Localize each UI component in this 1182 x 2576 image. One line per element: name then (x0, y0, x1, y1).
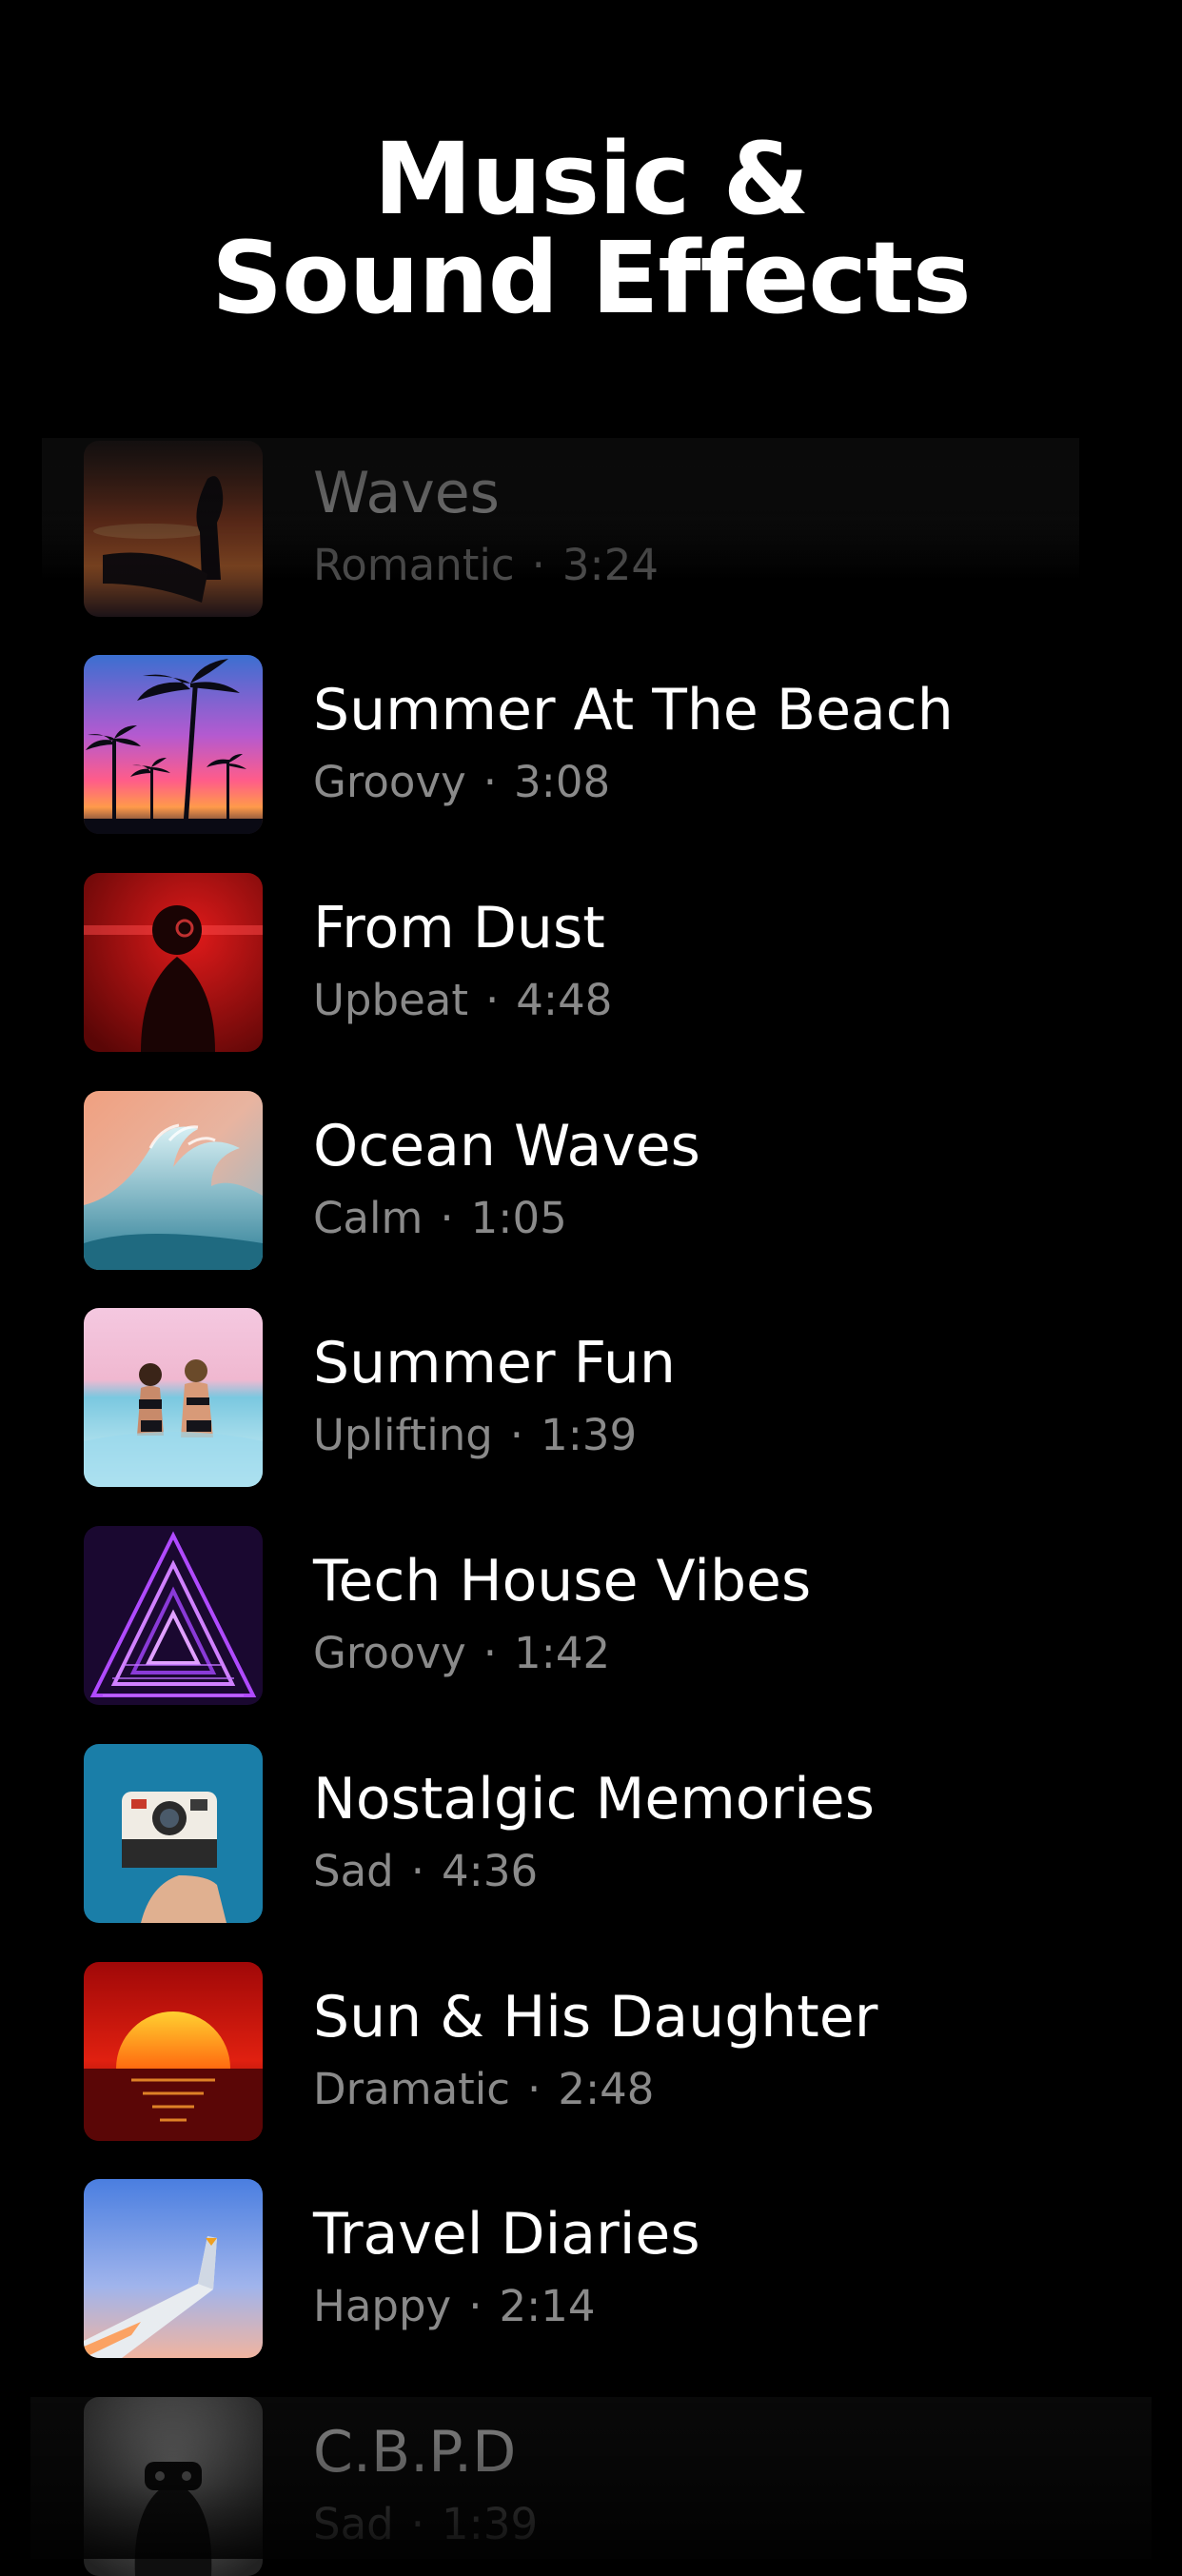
separator-dot: · (410, 1846, 425, 1896)
separator-dot: · (440, 1193, 454, 1243)
track-meta: Upbeat · 4:48 (313, 974, 612, 1027)
track-mood: Uplifting (313, 1410, 493, 1460)
track-meta: Groovy · 1:42 (313, 1627, 610, 1680)
track-row[interactable]: Sun & His Daughter Dramatic · 2:48 (84, 1962, 1074, 2141)
track-title: Nostalgic Memories (313, 1766, 875, 1833)
track-mood: Calm (313, 1193, 424, 1243)
track-duration: 1:42 (514, 1628, 611, 1678)
track-mood: Sad (313, 1846, 394, 1896)
track-row[interactable]: Waves Romantic · 3:24 (84, 438, 1074, 617)
page-title-line-2: Sound Effects (211, 220, 971, 336)
track-meta: Dramatic · 2:48 (313, 2063, 654, 2116)
separator-dot: · (483, 757, 498, 807)
track-row[interactable]: Summer At The Beach Groovy · 3:08 (84, 655, 1074, 834)
track-duration: 1:05 (470, 1193, 567, 1243)
sunset-couple-thumbnail (84, 441, 263, 617)
track-duration: 2:48 (558, 2064, 655, 2114)
track-duration: 4:48 (516, 975, 613, 1025)
track-title: Waves (313, 460, 500, 526)
separator-dot: · (483, 1628, 498, 1678)
track-meta: Romantic · 3:24 (313, 539, 659, 592)
track-meta: Uplifting · 1:39 (313, 1409, 637, 1462)
separator-dot: · (468, 2281, 483, 2331)
wave-thumbnail (84, 1091, 263, 1270)
polaroid-camera-thumbnail (84, 1744, 263, 1923)
track-row[interactable]: Summer Fun Uplifting · 1:39 (84, 1308, 1074, 1487)
track-meta: Happy · 2:14 (313, 2280, 596, 2333)
track-title: Sun & His Daughter (313, 1984, 878, 2051)
track-mood: Happy (313, 2281, 452, 2331)
page-title: Music & Sound Effects (0, 129, 1182, 327)
track-meta: Calm · 1:05 (313, 1192, 567, 1245)
separator-dot: · (509, 1410, 524, 1460)
track-title: C.B.P.D (313, 2419, 517, 2486)
track-duration: 2:14 (499, 2281, 596, 2331)
separator-dot: · (527, 2064, 542, 2114)
track-title: Travel Diaries (313, 2201, 700, 2268)
track-mood: Sad (313, 2499, 394, 2549)
track-row[interactable]: Tech House Vibes Groovy · 1:42 (84, 1526, 1074, 1705)
neon-tunnel-thumbnail (84, 1526, 263, 1705)
separator-dot: · (484, 975, 500, 1025)
track-row[interactable]: Ocean Waves Calm · 1:05 (84, 1091, 1074, 1270)
track-list[interactable]: Waves Romantic · 3:24 Summer At The Beac… (0, 438, 1182, 2576)
track-row[interactable]: C.B.P.D Sad · 1:39 (84, 2397, 1074, 2576)
separator-dot: · (410, 2499, 425, 2549)
red-sun-thumbnail (84, 1962, 263, 2141)
separator-dot: · (531, 540, 545, 590)
track-duration: 3:08 (514, 757, 611, 807)
track-meta: Sad · 1:39 (313, 2498, 538, 2551)
track-mood: Dramatic (313, 2064, 511, 2114)
track-mood: Groovy (313, 1628, 466, 1678)
track-title: From Dust (313, 895, 605, 961)
track-meta: Sad · 4:36 (313, 1845, 538, 1898)
track-title: Ocean Waves (313, 1113, 700, 1179)
palm-trees-thumbnail (84, 655, 263, 834)
track-title: Tech House Vibes (313, 1548, 812, 1615)
track-duration: 1:39 (541, 1410, 638, 1460)
airplane-wing-thumbnail (84, 2179, 263, 2358)
track-title: Summer At The Beach (313, 677, 954, 743)
track-row[interactable]: From Dust Upbeat · 4:48 (84, 873, 1074, 1052)
beach-girls-thumbnail (84, 1308, 263, 1487)
masked-face-thumbnail (84, 2397, 263, 2576)
page-title-line-1: Music & (373, 121, 810, 237)
track-mood: Groovy (313, 757, 466, 807)
track-duration: 3:24 (561, 540, 659, 590)
track-duration: 4:36 (442, 1846, 539, 1896)
track-title: Summer Fun (313, 1330, 676, 1397)
track-meta: Groovy · 3:08 (313, 756, 610, 809)
track-row[interactable]: Nostalgic Memories Sad · 4:36 (84, 1744, 1074, 1923)
track-row[interactable]: Travel Diaries Happy · 2:14 (84, 2179, 1074, 2358)
track-mood: Romantic (313, 540, 515, 590)
red-silhouette-thumbnail (84, 873, 263, 1052)
track-mood: Upbeat (313, 975, 468, 1025)
track-duration: 1:39 (442, 2499, 539, 2549)
